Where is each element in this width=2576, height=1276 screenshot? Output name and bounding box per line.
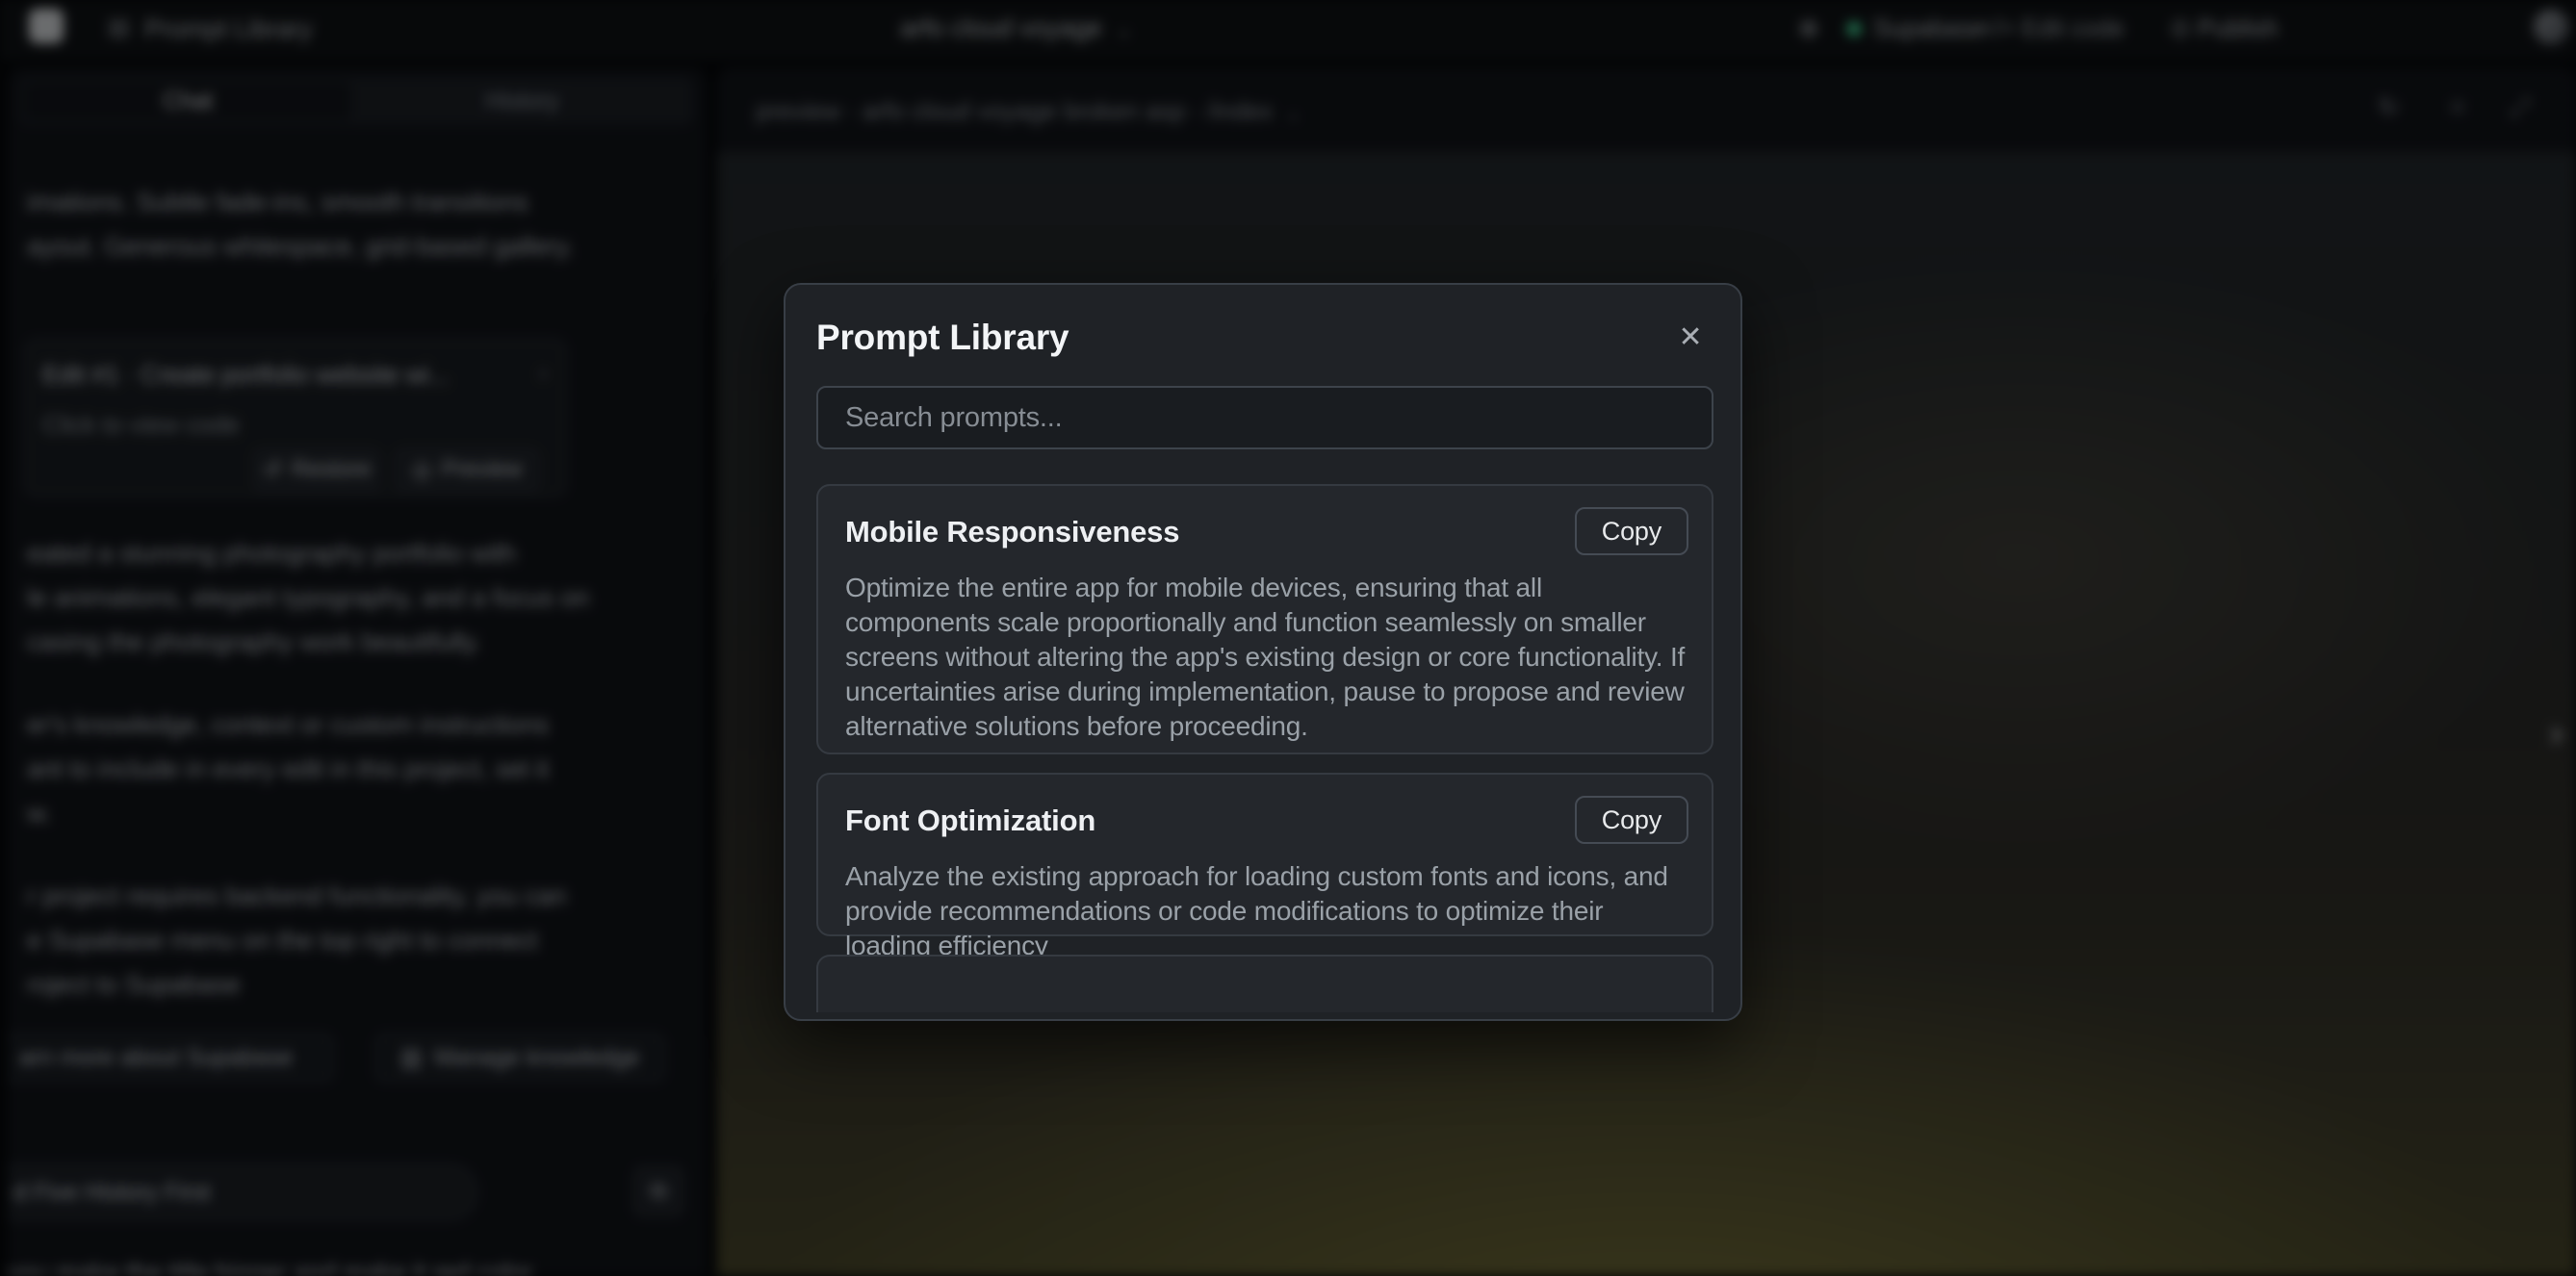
- prompt-description: Optimize the entire app for mobile devic…: [845, 571, 1692, 744]
- prompt-card: Mobile Responsiveness Copy Optimize the …: [816, 484, 1713, 754]
- close-icon: ✕: [1679, 320, 1703, 354]
- prompt-card: Font Optimization Copy Analyze the exist…: [816, 773, 1713, 936]
- copy-button[interactable]: Copy: [1575, 796, 1688, 844]
- prompt-card-partial: [816, 955, 1713, 1012]
- prompt-title: Mobile Responsiveness: [845, 515, 1685, 549]
- prompt-title: Font Optimization: [845, 804, 1685, 838]
- modal-title: Prompt Library: [816, 318, 1710, 358]
- close-button[interactable]: ✕: [1669, 316, 1712, 358]
- search-input[interactable]: [816, 386, 1713, 449]
- prompt-library-modal: Prompt Library ✕ Mobile Responsiveness C…: [784, 283, 1742, 1021]
- prompt-description: Analyze the existing approach for loadin…: [845, 859, 1692, 963]
- copy-button[interactable]: Copy: [1575, 507, 1688, 555]
